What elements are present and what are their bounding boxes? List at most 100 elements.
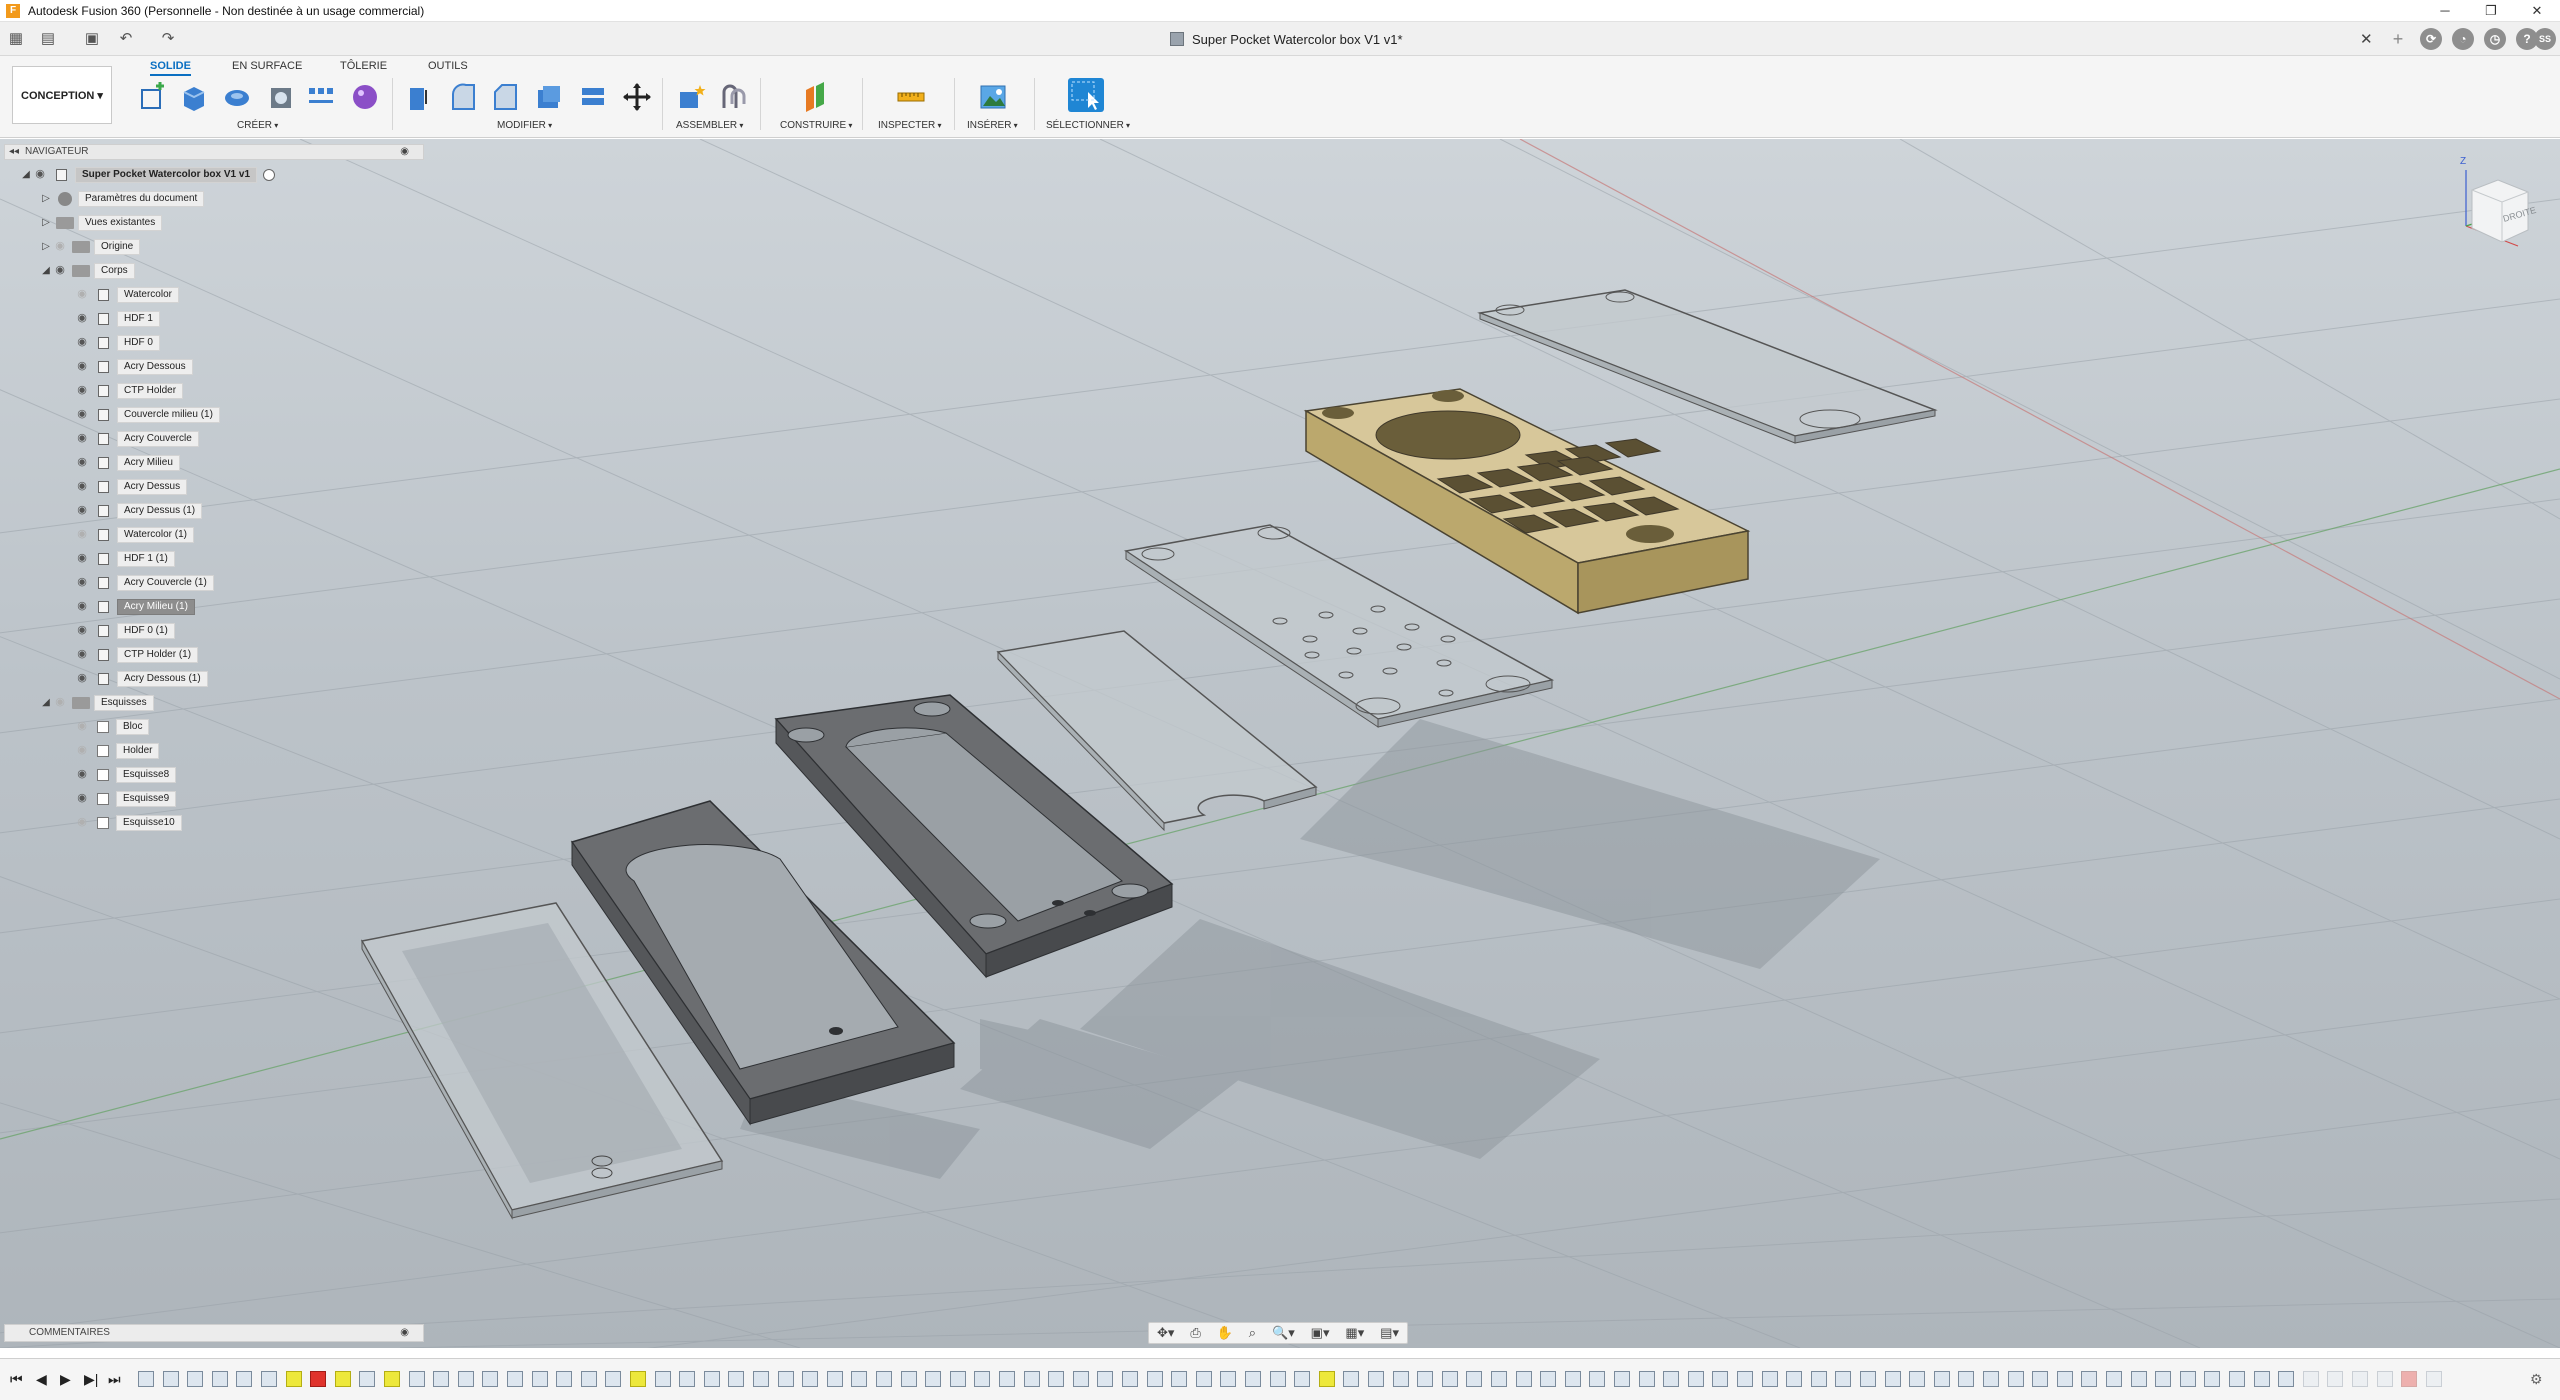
tree-node-body[interactable]: ◉ Acry Couvercle (1) [74, 574, 214, 591]
timeline-feature[interactable] [2130, 1371, 2147, 1387]
tree-node-corps[interactable]: ◢ ◉ Corps [40, 262, 135, 279]
timeline-feature[interactable] [1860, 1371, 1876, 1387]
timeline-feature[interactable] [1122, 1371, 1138, 1387]
timeline-feature[interactable] [1712, 1371, 1729, 1387]
nav-tool-button[interactable]: ⌕ [1249, 1325, 1256, 1341]
timeline-feature[interactable] [1515, 1371, 1532, 1387]
minimize-button[interactable]: ─ [2422, 0, 2468, 22]
eye-icon[interactable]: ◉ [74, 526, 90, 543]
tree-node-body[interactable]: ◉ CTP Holder [74, 382, 184, 399]
timeline-feature[interactable] [2204, 1371, 2221, 1387]
job-status-icon[interactable]: ◔ [2452, 28, 2474, 50]
offset-plane-icon[interactable] [800, 82, 830, 112]
timeline-feature[interactable] [1589, 1371, 1606, 1387]
tab-en-surface[interactable]: EN SURFACE [232, 60, 302, 72]
timeline-settings-icon[interactable]: ⚙ [2530, 1371, 2543, 1388]
timeline-feature[interactable] [507, 1371, 523, 1387]
timeline-feature[interactable] [187, 1371, 204, 1387]
tree-node-body[interactable]: ◉ Acry Dessous [74, 358, 193, 375]
eye-icon[interactable]: ◉ [74, 310, 90, 327]
timeline-feature[interactable] [138, 1371, 154, 1387]
timeline-feature[interactable] [1097, 1371, 1114, 1387]
timeline-feature[interactable] [1983, 1371, 1999, 1387]
timeline-feature[interactable] [1933, 1371, 1950, 1387]
expand-arrow-icon[interactable]: ▷ [40, 193, 52, 204]
timeline-feature[interactable] [949, 1371, 966, 1387]
collapse-arrow-icon[interactable]: ◢ [20, 169, 32, 180]
timeline-feature[interactable] [1564, 1371, 1581, 1387]
pattern-icon[interactable] [306, 82, 336, 112]
timeline-feature[interactable] [482, 1371, 499, 1387]
timeline-feature[interactable] [753, 1371, 769, 1387]
activate-radio-icon[interactable] [263, 168, 276, 181]
timeline-feature[interactable] [433, 1371, 450, 1387]
tree-node-sketch[interactable]: ◉ Holder [74, 742, 160, 759]
eye-icon[interactable]: ◉ [74, 598, 90, 615]
timeline-feature[interactable] [1614, 1371, 1630, 1387]
timeline-feature[interactable] [900, 1371, 917, 1387]
timeline-feature[interactable] [777, 1371, 794, 1387]
tree-node-body[interactable]: ◉ HDF 1 (1) [74, 550, 175, 567]
go-to-end-icon[interactable]: ⏭ [108, 1371, 121, 1388]
nav-tool-button[interactable]: ▦▾ [1345, 1325, 1364, 1341]
app-grid-icon[interactable]: ▦ [8, 31, 24, 47]
timeline-feature[interactable] [802, 1371, 819, 1387]
eye-icon[interactable]: ◉ [74, 478, 90, 495]
timeline-feature[interactable] [1441, 1371, 1458, 1387]
select-icon[interactable] [1068, 78, 1104, 112]
tree-node-body[interactable]: ◉ Acry Dessus [74, 478, 188, 495]
eye-icon[interactable]: ◉ [74, 430, 90, 447]
tree-node-body[interactable]: ◉ Watercolor (1) [74, 526, 194, 543]
tree-node-sketch[interactable]: ◉ Esquisse8 [74, 766, 177, 783]
tree-node-body[interactable]: ◉ CTP Holder (1) [74, 646, 199, 663]
timeline-feature[interactable] [285, 1371, 302, 1387]
eye-icon[interactable]: ◉ [74, 502, 90, 519]
timeline-feature[interactable] [1884, 1371, 1901, 1387]
eye-icon[interactable]: ◉ [74, 646, 90, 663]
eye-icon[interactable]: ◉ [32, 166, 48, 183]
tree-node-sketch[interactable]: ◉ Esquisse10 [74, 814, 182, 831]
tree-node-body[interactable]: ◉ Acry Milieu (1) [74, 598, 195, 615]
timeline-feature[interactable] [2401, 1371, 2418, 1387]
timeline-feature[interactable] [359, 1371, 376, 1387]
nav-tool-button[interactable]: 🔍▾ [1272, 1325, 1295, 1341]
nav-tool-button[interactable]: ✋ [1217, 1325, 1233, 1341]
group-construire[interactable]: CONSTRUIRE [780, 120, 852, 131]
nav-tool-button[interactable]: ▣▾ [1311, 1325, 1330, 1341]
timeline-feature[interactable] [1958, 1371, 1975, 1387]
timeline-feature[interactable] [1466, 1371, 1483, 1387]
new-tab-icon[interactable]: + [2390, 30, 2406, 48]
restore-button[interactable]: ❐ [2468, 0, 2514, 22]
timeline-feature[interactable] [531, 1371, 548, 1387]
timeline-feature[interactable] [1072, 1371, 1089, 1387]
timeline-feature[interactable] [2376, 1371, 2393, 1387]
nav-tool-button[interactable]: ⎙ [1190, 1325, 1200, 1341]
eye-icon[interactable]: ◉ [74, 286, 90, 303]
timeline-feature[interactable] [1663, 1371, 1680, 1387]
eye-icon[interactable]: ◉ [74, 358, 90, 375]
timeline-feature[interactable] [2081, 1371, 2098, 1387]
timeline-feature[interactable] [2425, 1371, 2442, 1387]
insert-canvas-icon[interactable] [978, 82, 1008, 112]
timeline-feature[interactable] [580, 1371, 597, 1387]
close-tab-icon[interactable]: ✕ [2360, 30, 2373, 48]
timeline-feature[interactable] [1786, 1371, 1803, 1387]
tree-node-body[interactable]: ◉ Acry Milieu [74, 454, 180, 471]
tab-tolerie[interactable]: TÔLERIE [340, 60, 387, 72]
timeline-feature[interactable] [2179, 1371, 2196, 1387]
eye-icon[interactable]: ◉ [74, 766, 90, 783]
expand-arrow-icon[interactable]: ▷ [40, 241, 52, 252]
timeline-feature[interactable] [1023, 1371, 1040, 1387]
timeline-feature[interactable] [1810, 1371, 1827, 1387]
timeline-feature[interactable] [1491, 1371, 1507, 1387]
tree-root[interactable]: ◢ ◉ Super Pocket Watercolor box V1 v1 [20, 166, 276, 183]
tree-node-parametres[interactable]: ▷ Paramètres du document [40, 190, 205, 207]
tree-node-vues[interactable]: ▷ Vues existantes [40, 214, 163, 231]
timeline-feature[interactable] [1318, 1371, 1335, 1387]
redo-icon[interactable]: ↷ [160, 31, 176, 47]
workspace-dropdown[interactable]: CONCEPTION ▾ [12, 66, 112, 124]
timeline-feature[interactable] [630, 1371, 646, 1387]
timeline-feature[interactable] [2253, 1371, 2270, 1387]
group-selectionner[interactable]: SÉLECTIONNER [1046, 120, 1130, 131]
timeline-feature[interactable] [679, 1371, 696, 1387]
